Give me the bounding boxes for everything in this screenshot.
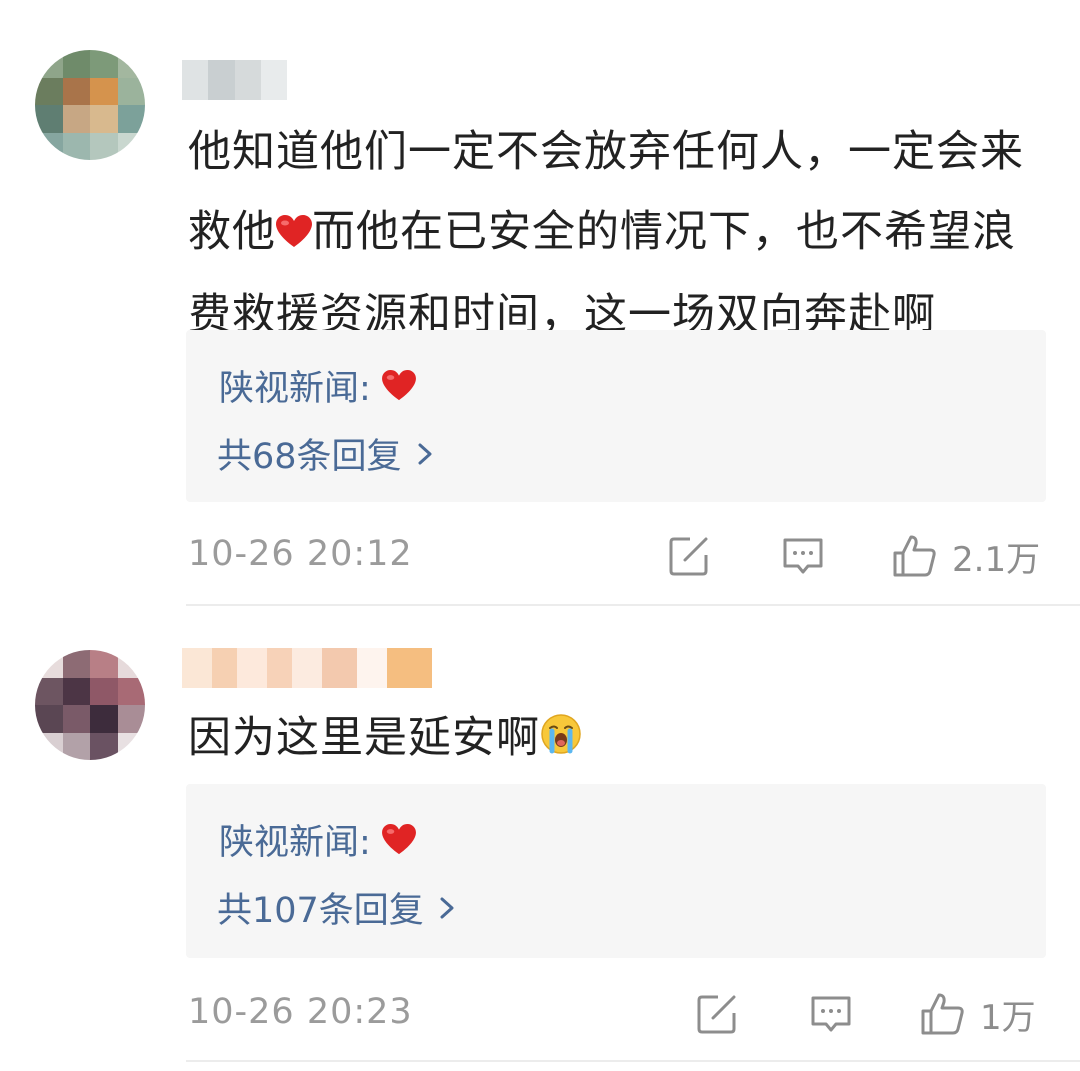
comment-item: 他知道他们一定不会放弃任何人，一定会来救他 而他在已安全的情况下，也不希望浪费救援… <box>0 0 1080 606</box>
thumbs-up-icon <box>921 993 964 1035</box>
heart-emoji <box>276 195 312 275</box>
share-edit-icon <box>669 537 708 576</box>
comment-button[interactable] <box>810 986 852 1042</box>
heart-emoji <box>381 823 416 865</box>
comment-icon <box>783 538 823 574</box>
like-count: 1万 <box>980 997 1036 1038</box>
avatar[interactable] <box>35 650 145 760</box>
like-count: 2.1万 <box>952 539 1041 580</box>
view-replies-link[interactable]: 共68条回复 <box>217 428 438 479</box>
comment-text: 他知道他们一定不会放弃任何人，一定会来救他 而他在已安全的情况下，也不希望浪费救援… <box>188 112 1058 355</box>
comment-button[interactable] <box>782 528 824 584</box>
timestamp: 10-26 20:12 <box>188 534 413 574</box>
chevron-right-icon <box>440 897 454 918</box>
reply-author-line: 陕视新闻: <box>219 814 416 865</box>
like-button[interactable]: 1万 <box>920 986 1036 1042</box>
reply-author-line: 陕视新闻: <box>219 360 416 411</box>
reply-preview[interactable]: 陕视新闻: 共68条回复 <box>186 330 1046 502</box>
crying-face-emoji <box>540 701 582 781</box>
comment-footer: 10-26 20:12 2.1万 <box>186 528 1046 584</box>
comment-footer: 10-26 20:23 1万 <box>186 986 1046 1042</box>
comment-item: 因为这里是延安啊 陕视新闻: 共107条回复 10-26 20:23 1万 <box>0 606 1080 1071</box>
comment-icon <box>811 996 851 1032</box>
heart-emoji <box>381 369 416 411</box>
reply-count-label: 共68条回复 <box>217 437 402 477</box>
reply-count-label: 共107条回复 <box>217 891 424 931</box>
thumbs-up-icon <box>893 535 936 577</box>
reply-author: 陕视新闻: <box>219 369 371 409</box>
share-button[interactable] <box>696 986 738 1042</box>
comment-text-part: 因为这里是延安啊 <box>188 713 540 763</box>
share-edit-icon <box>697 995 736 1034</box>
avatar[interactable] <box>35 50 145 160</box>
username-blurred[interactable] <box>182 60 287 100</box>
divider <box>186 1060 1080 1062</box>
share-button[interactable] <box>668 528 710 584</box>
chevron-right-icon <box>418 443 432 464</box>
reply-preview[interactable]: 陕视新闻: 共107条回复 <box>186 784 1046 958</box>
username-blurred[interactable] <box>182 648 432 688</box>
timestamp: 10-26 20:23 <box>188 992 413 1032</box>
comment-text: 因为这里是延安啊 <box>188 698 1058 781</box>
view-replies-link[interactable]: 共107条回复 <box>217 882 460 933</box>
reply-author: 陕视新闻: <box>219 823 371 863</box>
like-button[interactable]: 2.1万 <box>892 528 1040 584</box>
comment-text-part: 而他在已安全的情况下，也不希望浪费救援资源和时间，这一场双向奔赴啊 <box>188 207 1016 340</box>
